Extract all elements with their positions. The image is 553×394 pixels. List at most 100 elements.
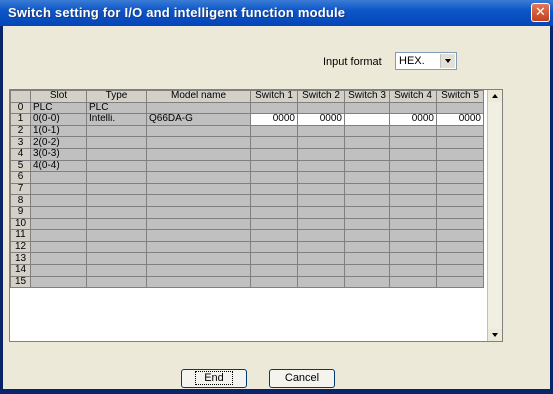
close-icon: ✕ <box>535 4 546 19</box>
header-type[interactable]: Type <box>86 90 147 103</box>
switch-2-cell <box>297 147 345 161</box>
model-name-cell <box>146 194 251 207</box>
switch-5-cell <box>436 205 484 219</box>
switch-2-cell <box>297 229 345 242</box>
switch-4-cell <box>389 252 437 265</box>
end-button-label: End <box>195 371 233 385</box>
type-cell <box>86 147 147 161</box>
end-button[interactable]: End <box>181 369 247 388</box>
switch-4-cell <box>389 205 437 219</box>
type-cell <box>86 240 147 254</box>
switch-1-cell <box>250 229 298 242</box>
switch-4-cell <box>389 159 437 173</box>
switch-1-cell <box>250 263 298 277</box>
type-cell <box>86 275 147 289</box>
header-switch-2[interactable]: Switch 2 <box>297 90 345 103</box>
switch-1-cell <box>250 159 298 173</box>
switch-4-cell <box>389 124 437 138</box>
header-switch-1[interactable]: Switch 1 <box>250 90 298 103</box>
type-cell: Intelli. <box>86 113 147 126</box>
switch-2-cell <box>297 205 345 219</box>
row-number: 0 <box>10 101 31 115</box>
switch-4-cell <box>389 275 437 289</box>
switch-4-cell <box>389 263 437 277</box>
slot-cell <box>30 171 87 184</box>
switch-3-cell[interactable] <box>344 113 390 126</box>
model-name-cell <box>146 263 251 277</box>
switch-2-cell <box>297 217 345 231</box>
switch-3-cell <box>344 217 390 231</box>
title-bar[interactable]: Switch setting for I/O and intelligent f… <box>0 0 553 26</box>
table-row: 11 <box>10 229 484 242</box>
close-button[interactable]: ✕ <box>531 3 550 22</box>
input-format-select[interactable]: HEX. <box>395 52 457 70</box>
switch-5-cell <box>436 182 484 196</box>
switch-3-cell <box>344 205 390 219</box>
slot-cell <box>30 240 87 254</box>
grid-table: Slot Type Model name Switch 1 Switch 2 S… <box>10 90 484 289</box>
switch-3-cell <box>344 263 390 277</box>
table-row: 7 <box>10 182 484 196</box>
switch-4-cell <box>389 171 437 184</box>
slot-cell <box>30 194 87 207</box>
row-number: 7 <box>10 182 31 196</box>
switch-5-cell <box>436 229 484 242</box>
switch-3-cell <box>344 240 390 254</box>
switch-3-cell <box>344 136 390 149</box>
grid-scrollbar[interactable] <box>487 90 502 341</box>
switch-1-cell[interactable]: 0000 <box>250 113 298 126</box>
row-number: 2 <box>10 124 31 138</box>
table-row: 4 3(0-3) <box>10 147 484 161</box>
scroll-down-icon[interactable] <box>488 329 502 341</box>
slot-cell: 2(0-2) <box>30 136 87 149</box>
cancel-button-label: Cancel <box>284 372 320 384</box>
row-number: 10 <box>10 217 31 231</box>
model-name-cell <box>146 171 251 184</box>
switch-5-cell[interactable]: 0000 <box>436 113 484 126</box>
row-number: 15 <box>10 275 31 289</box>
grid-header-row: Slot Type Model name Switch 1 Switch 2 S… <box>10 90 484 103</box>
header-switch-3[interactable]: Switch 3 <box>344 90 390 103</box>
switch-4-cell <box>389 147 437 161</box>
switch-2-cell <box>297 194 345 207</box>
header-switch-4[interactable]: Switch 4 <box>389 90 437 103</box>
switch-4-cell <box>389 240 437 254</box>
switch-1-cell <box>250 275 298 289</box>
table-row: 2 1(0-1) <box>10 124 484 138</box>
switch-4-cell <box>389 136 437 149</box>
table-row: 3 2(0-2) <box>10 136 484 149</box>
type-cell <box>86 136 147 149</box>
switch-1-cell <box>250 101 298 115</box>
type-cell <box>86 229 147 242</box>
switch-2-cell[interactable]: 0000 <box>297 113 345 126</box>
switch-4-cell <box>389 182 437 196</box>
switch-2-cell <box>297 159 345 173</box>
scroll-up-icon[interactable] <box>488 90 502 102</box>
switch-settings-grid[interactable]: Slot Type Model name Switch 1 Switch 2 S… <box>9 89 503 342</box>
switch-3-cell <box>344 159 390 173</box>
model-name-cell <box>146 101 251 115</box>
switch-2-cell <box>297 124 345 138</box>
chevron-down-icon[interactable] <box>440 54 455 68</box>
header-slot[interactable]: Slot <box>30 90 87 103</box>
switch-4-cell[interactable]: 0000 <box>389 113 437 126</box>
type-cell <box>86 252 147 265</box>
switch-2-cell <box>297 101 345 115</box>
input-format-value: HEX. <box>399 55 425 67</box>
row-number: 3 <box>10 136 31 149</box>
header-switch-5[interactable]: Switch 5 <box>436 90 484 103</box>
switch-5-cell <box>436 124 484 138</box>
window-title: Switch setting for I/O and intelligent f… <box>8 5 346 20</box>
switch-3-cell <box>344 229 390 242</box>
type-cell <box>86 217 147 231</box>
row-number: 1 <box>10 113 31 126</box>
slot-cell: 4(0-4) <box>30 159 87 173</box>
slot-cell: 0(0-0) <box>30 113 87 126</box>
switch-1-cell <box>250 194 298 207</box>
switch-4-cell <box>389 101 437 115</box>
cancel-button[interactable]: Cancel <box>269 369 335 388</box>
header-model-name[interactable]: Model name <box>146 90 251 103</box>
input-format-label: Input format <box>323 56 382 68</box>
switch-5-cell <box>436 136 484 149</box>
switch-4-cell <box>389 194 437 207</box>
